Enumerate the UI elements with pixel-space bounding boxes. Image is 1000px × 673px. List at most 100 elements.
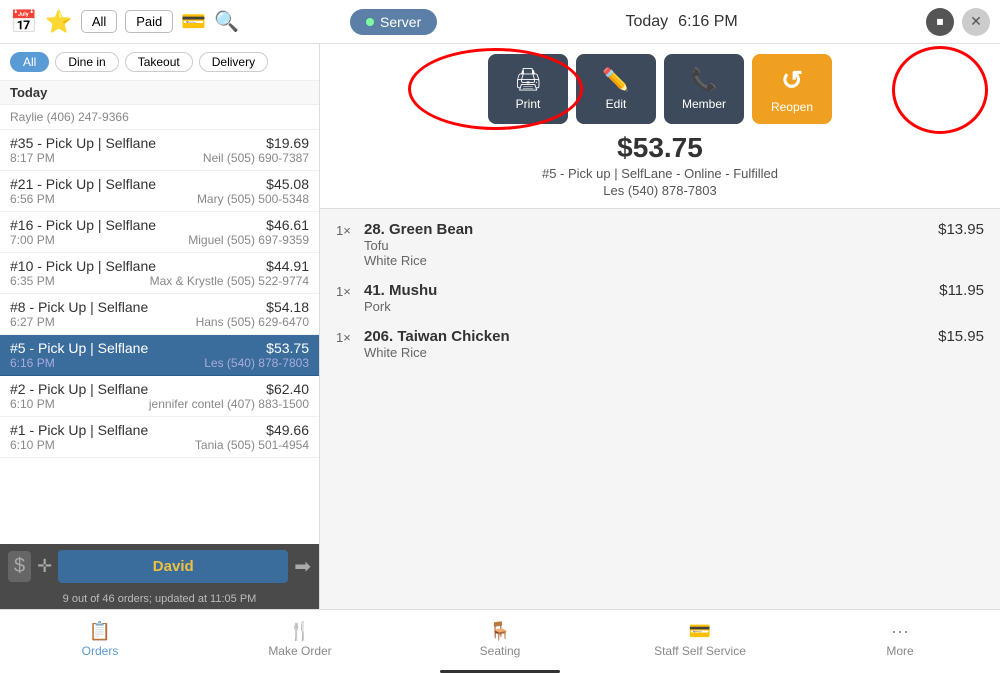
order-customer: Neil (505) 690-7387 — [203, 151, 309, 165]
stop-button[interactable]: ⏹ — [926, 8, 954, 36]
list-item[interactable]: #16 - Pick Up | Selflane $46.61 7:00 PM … — [0, 212, 319, 253]
item-mod: White Rice — [364, 253, 924, 268]
list-item-selected[interactable]: #5 - Pick Up | Selflane $53.75 6:16 PM L… — [0, 335, 319, 376]
nav-staff-self-service[interactable]: 💳 Staff Self Service — [600, 610, 800, 669]
orders-status: 9 out of 46 orders; updated at 11:05 PM — [0, 589, 319, 609]
header-datetime: Today 6:16 PM — [437, 13, 926, 31]
move-icon[interactable]: ✛ — [37, 556, 52, 577]
order-time: 6:10 PM — [10, 397, 55, 411]
member-label: Member — [682, 97, 726, 111]
item-details: 41. Mushu Pork — [364, 282, 924, 314]
server-label: Server — [380, 14, 421, 30]
left-panel: All Dine in Takeout Delivery Today Rayli… — [0, 44, 320, 609]
nav-orders[interactable]: 📋 Orders — [0, 610, 200, 669]
item-price: $15.95 — [924, 328, 984, 345]
item-details: 28. Green Bean Tofu White Rice — [364, 221, 924, 268]
order-time: 8:17 PM — [10, 151, 55, 165]
make-order-icon: 🍴 — [289, 621, 311, 642]
edit-label: Edit — [606, 97, 627, 111]
right-panel: 🖨 Print ✏️ Edit 📞 Member ↺ Reopen — [320, 44, 1000, 609]
filter-all[interactable]: All — [10, 52, 49, 72]
logout-icon[interactable]: ➡ — [294, 554, 311, 579]
list-item[interactable]: #21 - Pick Up | Selflane $45.08 6:56 PM … — [0, 171, 319, 212]
order-price: $45.08 — [266, 176, 309, 192]
order-customer: Tania (505) 501-4954 — [195, 438, 309, 452]
list-item[interactable]: #35 - Pick Up | Selflane $19.69 8:17 PM … — [0, 130, 319, 171]
order-price: $53.75 — [266, 340, 309, 356]
order-customer: jennifer contel (407) 883-1500 — [149, 397, 309, 411]
red-circle-right — [892, 46, 988, 134]
item-name: 41. Mushu — [364, 282, 924, 299]
order-time: 6:27 PM — [10, 315, 55, 329]
order-customer: Hans (505) 629-6470 — [196, 315, 309, 329]
orders-nav-icon: 📋 — [89, 621, 111, 642]
server-button[interactable]: Server — [350, 9, 437, 35]
print-icon: 🖨 — [514, 67, 542, 93]
order-line: 1× 28. Green Bean Tofu White Rice $13.95 — [336, 221, 984, 268]
list-item[interactable]: #1 - Pick Up | Selflane $49.66 6:10 PM T… — [0, 417, 319, 458]
order-sub: Raylie (406) 247-9366 — [10, 110, 129, 124]
search-icon[interactable]: 🔍 — [214, 9, 239, 34]
order-items-list: 1× 28. Green Bean Tofu White Rice $13.95… — [320, 209, 1000, 609]
order-time: 7:00 PM — [10, 233, 55, 247]
print-label: Print — [516, 97, 541, 111]
item-mod: Tofu — [364, 238, 924, 253]
dollar-icon[interactable]: $ — [8, 551, 31, 582]
print-button[interactable]: 🖨 Print — [488, 54, 568, 124]
order-title: #21 - Pick Up | Selflane — [10, 176, 156, 192]
order-title: #8 - Pick Up | Selflane — [10, 299, 148, 315]
staff-name-button[interactable]: David — [58, 550, 288, 583]
header-time: 6:16 PM — [678, 13, 738, 31]
item-price: $11.95 — [924, 282, 984, 299]
detail-order-id: #5 - Pick up | SelfLane - Online - Fulfi… — [336, 166, 984, 181]
more-label: More — [886, 644, 913, 658]
staff-self-service-label: Staff Self Service — [654, 644, 746, 658]
nav-make-order[interactable]: 🍴 Make Order — [200, 610, 400, 669]
order-customer: Max & Krystle (505) 522-9774 — [150, 274, 309, 288]
reopen-button[interactable]: ↺ Reopen — [752, 54, 832, 124]
detail-header: 🖨 Print ✏️ Edit 📞 Member ↺ Reopen — [320, 44, 1000, 209]
member-button[interactable]: 📞 Member — [664, 54, 744, 124]
star-icon[interactable]: ⭐ — [45, 9, 72, 35]
seating-icon: 🪑 — [489, 621, 511, 642]
nav-seating[interactable]: 🪑 Seating — [400, 610, 600, 669]
item-qty: 1× — [336, 282, 364, 299]
server-section: Server — [350, 9, 437, 35]
list-item[interactable]: #10 - Pick Up | Selflane $44.91 6:35 PM … — [0, 253, 319, 294]
order-customer: Miguel (505) 697-9359 — [188, 233, 309, 247]
list-item[interactable]: #8 - Pick Up | Selflane $54.18 6:27 PM H… — [0, 294, 319, 335]
list-item[interactable]: Raylie (406) 247-9366 — [0, 105, 319, 130]
order-price: $46.61 — [266, 217, 309, 233]
card-icon[interactable]: 💳 — [181, 9, 206, 34]
calendar-icon[interactable]: 📅 — [10, 9, 37, 35]
top-bar-right-icons: ⏹ ✕ — [926, 8, 990, 36]
order-price: $54.18 — [266, 299, 309, 315]
item-mod: White Rice — [364, 345, 924, 360]
filter-takeout[interactable]: Takeout — [125, 52, 193, 72]
order-title: #1 - Pick Up | Selflane — [10, 422, 148, 438]
order-title: #35 - Pick Up | Selflane — [10, 135, 156, 151]
reopen-label: Reopen — [771, 100, 813, 114]
staff-self-service-icon: 💳 — [689, 621, 711, 642]
action-buttons-row: 🖨 Print ✏️ Edit 📞 Member ↺ Reopen — [336, 54, 984, 124]
top-bar-left: 📅 ⭐ All Paid 💳 🔍 — [10, 9, 330, 35]
list-item[interactable]: #2 - Pick Up | Selflane $62.40 6:10 PM j… — [0, 376, 319, 417]
order-title: #2 - Pick Up | Selflane — [10, 381, 148, 397]
detail-total: $53.75 — [336, 132, 984, 164]
close-button[interactable]: ✕ — [962, 8, 990, 36]
order-line: 1× 206. Taiwan Chicken White Rice $15.95 — [336, 328, 984, 360]
bottom-nav: 📋 Orders 🍴 Make Order 🪑 Seating 💳 Staff … — [0, 609, 1000, 669]
filter-dinein[interactable]: Dine in — [55, 52, 118, 72]
order-line: 1× 41. Mushu Pork $11.95 — [336, 282, 984, 314]
edit-icon: ✏️ — [602, 67, 629, 93]
order-price: $19.69 — [266, 135, 309, 151]
paid-button[interactable]: Paid — [125, 10, 173, 33]
order-price: $49.66 — [266, 422, 309, 438]
order-time: 6:16 PM — [10, 356, 55, 370]
filter-delivery[interactable]: Delivery — [199, 52, 268, 72]
open-button[interactable]: All — [81, 10, 117, 33]
nav-more[interactable]: ··· More — [800, 610, 1000, 669]
order-title: #5 - Pick Up | Selflane — [10, 340, 148, 356]
make-order-label: Make Order — [268, 644, 331, 658]
edit-button[interactable]: ✏️ Edit — [576, 54, 656, 124]
